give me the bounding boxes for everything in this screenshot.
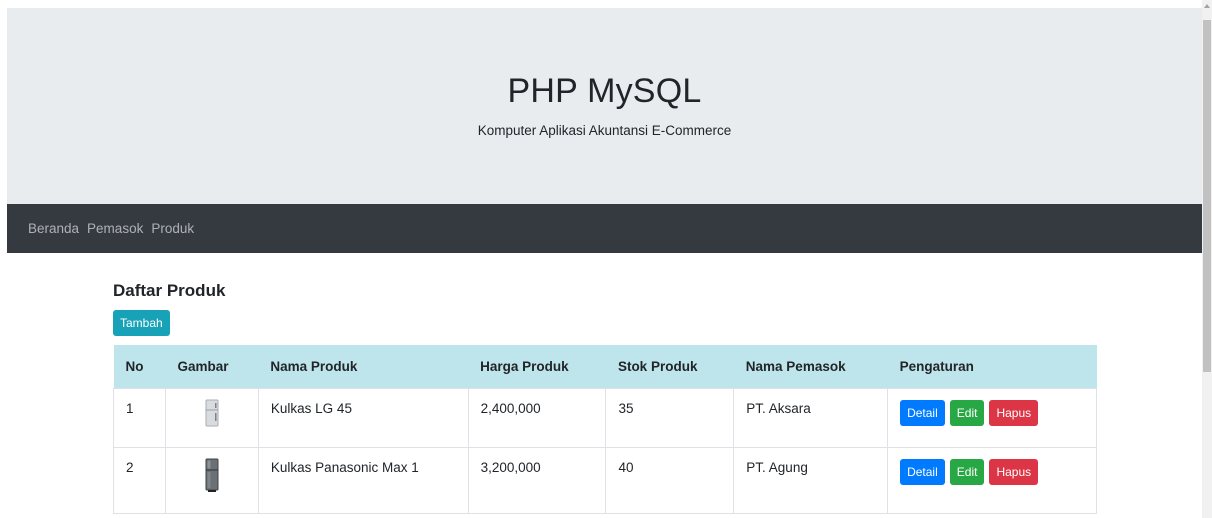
main-content: Daftar Produk Tambah No Gambar Nama Prod… — [113, 281, 1097, 514]
cell-price: 3,200,000 — [467, 446, 607, 514]
product-table: No Gambar Nama Produk Harga Produk Stok … — [113, 345, 1097, 514]
site-title: PHP MySQL — [507, 72, 702, 110]
cell-no: 1 — [113, 387, 166, 448]
table-header-row: No Gambar Nama Produk Harga Produk Stok … — [113, 345, 1097, 388]
edit-button[interactable]: Edit — [949, 399, 985, 426]
col-header-no: No — [125, 358, 144, 374]
col-header-product-name: Nama Produk — [270, 358, 358, 374]
nav-link-beranda[interactable]: Beranda — [7, 221, 83, 236]
edit-button[interactable]: Edit — [949, 458, 985, 485]
cell-product-name: Kulkas Panasonic Max 1 — [257, 446, 469, 514]
nav-link-pemasok[interactable]: Pemasok — [83, 221, 147, 236]
row-actions: Detail Edit Hapus — [900, 458, 1084, 485]
top-strip — [0, 0, 1202, 8]
detail-button[interactable]: Detail — [900, 458, 945, 485]
cell-image — [164, 387, 259, 448]
cell-product-name: Kulkas LG 45 — [257, 387, 469, 448]
scrollbar-thumb[interactable] — [1203, 20, 1211, 372]
cell-price: 2,400,000 — [467, 387, 607, 448]
add-product-button[interactable]: Tambah — [113, 310, 170, 336]
detail-button[interactable]: Detail — [900, 399, 945, 426]
cell-stock: 40 — [605, 446, 735, 514]
cell-actions: Detail Edit Hapus — [887, 387, 1097, 448]
delete-button[interactable]: Hapus — [989, 458, 1039, 485]
site-subtitle: Komputer Aplikasi Akuntansi E-Commerce — [477, 123, 732, 138]
header-jumbotron: PHP MySQL Komputer Aplikasi Akuntansi E-… — [7, 8, 1202, 204]
row-actions: Detail Edit Hapus — [900, 399, 1084, 426]
cell-supplier: PT. Agung — [733, 446, 889, 514]
col-header-image: Gambar — [177, 358, 229, 374]
cell-no: 2 — [113, 446, 166, 514]
cell-actions: Detail Edit Hapus — [887, 446, 1097, 514]
col-header-stock: Stok Produk — [617, 358, 698, 374]
col-header-price: Harga Produk — [480, 358, 569, 374]
table-row: 2 Kulkas Panasonic Max 1 3,200,000 40 PT… — [113, 446, 1097, 514]
scroll-up-arrow-icon[interactable] — [1204, 4, 1210, 8]
cell-stock: 35 — [605, 387, 735, 448]
vertical-scrollbar[interactable] — [1202, 0, 1212, 518]
main-navbar: Beranda Pemasok Produk — [7, 204, 1202, 253]
delete-button[interactable]: Hapus — [989, 399, 1039, 426]
fridge-silver-icon — [205, 399, 219, 426]
col-header-settings: Pengaturan — [899, 358, 974, 374]
cell-supplier: PT. Aksara — [733, 387, 889, 448]
col-header-supplier: Nama Pemasok — [745, 358, 846, 374]
page-title: Daftar Produk — [113, 281, 226, 300]
cell-image — [164, 446, 259, 514]
nav-link-produk[interactable]: Produk — [147, 221, 198, 236]
table-row: 1 Kulkas LG 45 2,400,000 35 PT. Aksara D… — [113, 387, 1097, 448]
fridge-dark-icon — [205, 458, 219, 492]
